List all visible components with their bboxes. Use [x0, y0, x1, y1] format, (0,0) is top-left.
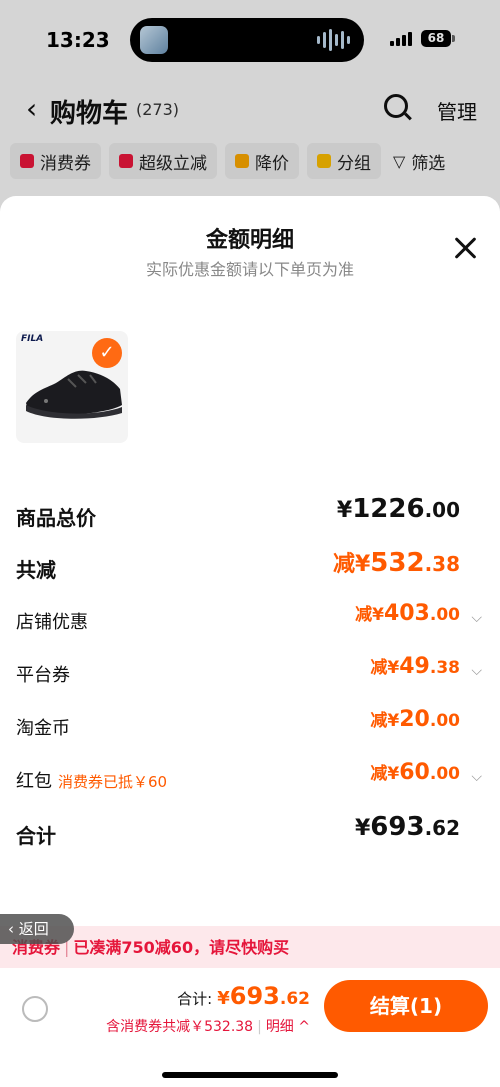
checkout-button[interactable]: 结算(1) [324, 980, 488, 1032]
row-platform-coupon[interactable]: 平台券 减¥49.38 ⌵ [16, 653, 484, 693]
brand-logo: FILA [21, 334, 44, 344]
row-value: ¥693.62 [354, 812, 460, 842]
row-sum: 合计 ¥693.62 [16, 812, 484, 852]
total-price: 合计: ¥693.62 [177, 982, 310, 1010]
row-value: 减¥49.38 [370, 654, 460, 679]
row-value: ¥1226.00 [336, 494, 460, 524]
row-label: 共减 [16, 558, 56, 582]
row-label: 红包 消费券已抵￥60 [16, 771, 168, 792]
sheet-subtitle: 实际优惠金额请以下单页为准 [145, 260, 354, 279]
row-label: 平台券 [16, 665, 70, 686]
chevron-down-icon[interactable]: ⌵ [471, 663, 482, 679]
back-label: 返回 [18, 920, 49, 938]
row-label: 商品总价 [16, 506, 96, 530]
sheet-title: 金额明细 [205, 228, 294, 253]
home-indicator [162, 1072, 338, 1078]
row-total-reduce: 共减 减¥532.38 [16, 546, 484, 586]
row-taojinbi: 淘金币 减¥20.00 [16, 706, 484, 746]
row-value: 减¥20.00 [370, 707, 460, 732]
promo-bar: 消费券 | 已凑满750减60，请尽快购买 [0, 926, 500, 968]
promo-text: 已凑满750减60，请尽快购买 [73, 938, 290, 957]
row-value: 减¥60.00 [370, 760, 460, 785]
red-packet-note: 消费券已抵￥60 [58, 773, 168, 791]
select-all-checkbox[interactable] [22, 996, 48, 1022]
selected-check-icon[interactable]: ✓ [92, 338, 122, 368]
back-button[interactable]: ‹ 返回 [0, 914, 74, 944]
row-value: 减¥532.38 [332, 548, 460, 578]
chevron-down-icon[interactable]: ⌵ [471, 610, 482, 626]
row-red-packet[interactable]: 红包 消费券已抵￥60 减¥60.00 ⌵ [16, 759, 484, 799]
chevron-down-icon[interactable]: ⌵ [471, 769, 482, 785]
close-icon[interactable] [452, 234, 480, 262]
checkout-bar: 合计: ¥693.62 含消费券共减￥532.38 | 明细 ^ 结算(1) [0, 968, 500, 1087]
row-label: 淘金币 [16, 718, 70, 739]
row-goods-total: 商品总价 ¥1226.00 [16, 494, 484, 534]
chevron-up-icon: ^ [293, 1019, 310, 1035]
discount-detail-link[interactable]: 含消费券共减￥532.38 | 明细 ^ [106, 1016, 310, 1036]
row-value: 减¥403.00 [355, 601, 460, 626]
row-label: 店铺优惠 [16, 612, 88, 633]
row-store-discount[interactable]: 店铺优惠 减¥403.00 ⌵ [16, 600, 484, 640]
row-label: 合计 [16, 824, 56, 848]
